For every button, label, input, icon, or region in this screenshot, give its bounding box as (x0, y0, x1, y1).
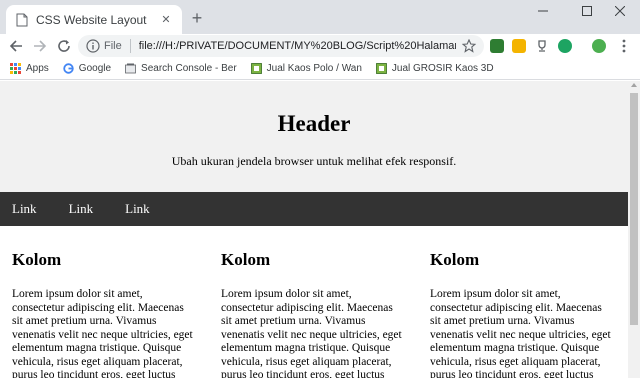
info-icon[interactable] (86, 39, 100, 53)
apps-grid-icon (10, 63, 21, 74)
bookmark-label: Google (78, 63, 112, 74)
column-heading: Kolom (12, 250, 62, 269)
window-close-icon[interactable] (600, 0, 640, 22)
nav-link[interactable]: Link (12, 201, 37, 217)
minimize-icon[interactable] (523, 0, 563, 22)
page-subtitle: Ubah ukuran jendela browser untuk meliha… (171, 154, 457, 168)
column-text: Lorem ipsum dolor sit amet, consectetur … (12, 288, 193, 378)
scrollbar-thumb[interactable] (630, 93, 638, 325)
column: Kolom Lorem ipsum dolor sit amet, consec… (418, 250, 627, 378)
profile-avatar[interactable] (592, 39, 606, 53)
nav-link[interactable]: Link (69, 201, 94, 217)
column-heading: Kolom (221, 250, 271, 269)
scheme-chip: File (104, 40, 122, 52)
column-text: Lorem ipsum dolor sit amet, consectetur … (221, 288, 402, 378)
tab-strip: CSS Website Layout ✕ + (0, 0, 640, 34)
scroll-up-icon[interactable] (631, 83, 637, 87)
url-text[interactable]: file:///H:/PRIVATE/DOCUMENT/MY%20BLOG/Sc… (139, 40, 456, 52)
back-icon[interactable] (6, 36, 26, 56)
bookmark-label: Apps (26, 63, 49, 74)
bookmark-label: Search Console - Ber (141, 63, 237, 74)
bookmarks-bar: Apps Google Search Console - Ber Jual Ka… (0, 58, 640, 80)
divider (129, 39, 131, 53)
column-heading: Kolom (430, 250, 480, 269)
bookmark-label: Jual Kaos Polo / Wan (266, 63, 362, 74)
bookmark-jual-kaos-polo[interactable]: Jual Kaos Polo / Wan (250, 63, 362, 74)
column-text: Lorem ipsum dolor sit amet, consectetur … (430, 288, 611, 378)
reload-icon[interactable] (54, 36, 74, 56)
close-tab-icon[interactable]: ✕ (158, 12, 174, 28)
trophy-icon[interactable] (535, 39, 549, 53)
bookmark-jual-grosir[interactable]: Jual GROSIR Kaos 3D (375, 63, 494, 74)
extension-v-icon[interactable] (512, 39, 526, 53)
vertical-scrollbar[interactable] (628, 81, 640, 378)
page-title: Header (277, 111, 351, 136)
nav-link[interactable]: Link (125, 201, 150, 217)
extension-green-icon[interactable] (490, 39, 504, 53)
new-tab-icon[interactable]: + (188, 9, 206, 27)
page-icon (16, 13, 28, 26)
shop-icon (250, 63, 262, 74)
tab-title: CSS Website Layout (36, 12, 147, 27)
forward-icon[interactable] (30, 36, 50, 56)
bookmark-star-icon[interactable] (462, 39, 476, 53)
bookmark-apps[interactable]: Apps (10, 63, 49, 74)
bookmark-search-console[interactable]: Search Console - Ber (125, 63, 237, 74)
column: Kolom Lorem ipsum dolor sit amet, consec… (209, 250, 418, 378)
bookmark-google[interactable]: Google (63, 63, 111, 74)
browser-tab[interactable]: CSS Website Layout ✕ (6, 5, 182, 34)
google-icon (63, 63, 74, 74)
page-viewport: Header Ubah ukuran jendela browser untuk… (0, 81, 628, 378)
top-navigation: Link Link Link (0, 192, 628, 226)
shop-icon (375, 63, 387, 74)
toolbar: File file:///H:/PRIVATE/DOCUMENT/MY%20BL… (0, 34, 640, 58)
address-bar[interactable]: File file:///H:/PRIVATE/DOCUMENT/MY%20BL… (78, 35, 484, 57)
column-row: Kolom Lorem ipsum dolor sit amet, consec… (0, 226, 628, 378)
page-header: Header Ubah ukuran jendela browser untuk… (0, 81, 628, 192)
menu-icon[interactable] (614, 36, 634, 56)
column: Kolom Lorem ipsum dolor sit amet, consec… (0, 250, 209, 378)
bookmark-label: Jual GROSIR Kaos 3D (391, 63, 494, 74)
extension-circle-icon[interactable] (558, 39, 572, 53)
search-console-icon (125, 63, 136, 74)
